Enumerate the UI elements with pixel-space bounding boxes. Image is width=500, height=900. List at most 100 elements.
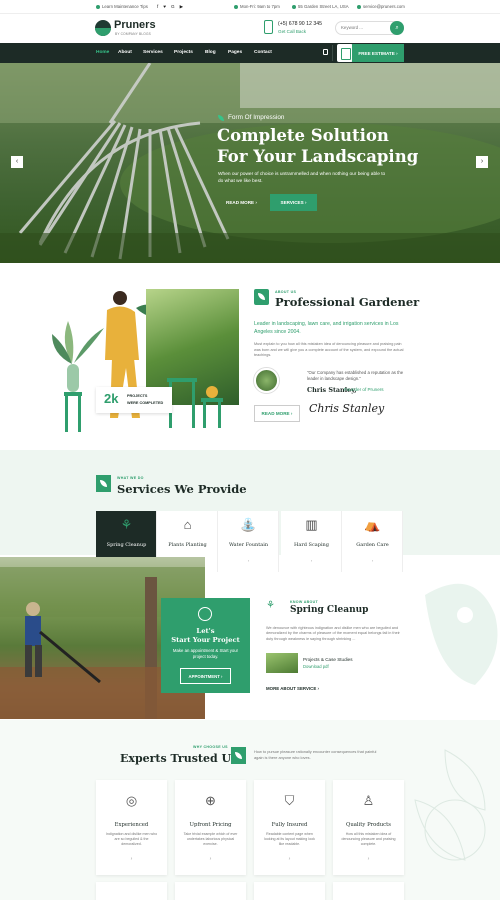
- nav-about[interactable]: About: [118, 50, 132, 55]
- chevron-right-icon[interactable]: ›: [96, 856, 167, 862]
- callback-link[interactable]: Get Call Back: [278, 29, 306, 34]
- top-bar: Learn Maintenance Tips f ♥ G ▶ Mon-Fri: …: [0, 0, 500, 14]
- chevron-right-icon: ›: [310, 558, 313, 563]
- hero-tag-text: Form Of Impression: [228, 114, 285, 121]
- experts-title: Experts Trusted Us: [120, 752, 238, 765]
- hero-services-button[interactable]: SERVICES ›: [270, 194, 317, 211]
- cart-icon[interactable]: [323, 49, 328, 55]
- clock-icon: [234, 4, 238, 9]
- stat-label-line1: PROJECTS: [127, 394, 148, 398]
- about-title: Professional Gardener: [275, 295, 420, 309]
- hero-prev-button[interactable]: ‹: [11, 156, 23, 168]
- email-link[interactable]: service@pruners.com: [357, 4, 405, 9]
- nav-divider: [332, 45, 333, 61]
- experience-icon: ◎: [125, 793, 138, 808]
- search-icon[interactable]: ⌕: [390, 21, 404, 35]
- free-estimate-button[interactable]: FREE ESTIMATE ›: [352, 44, 404, 62]
- founder-signature: Chris Stanley: [309, 402, 385, 415]
- feature-title: Upfront Pricing: [189, 822, 232, 828]
- feature-description: How all this mistaken idea of denouncing…: [341, 832, 396, 847]
- feature-card: [175, 882, 246, 900]
- feature-title: Experienced: [114, 822, 149, 828]
- hero-title: Complete Solution For Your Landscaping: [217, 125, 418, 167]
- estimate-icon: [337, 44, 353, 62]
- services-leaf-icon: [96, 475, 111, 492]
- cta-title-line1: Let's: [196, 627, 215, 635]
- search-placeholder: Keyword ...: [341, 25, 363, 30]
- more-about-service-link[interactable]: MORE ABOUT SERVICE ›: [266, 686, 319, 691]
- appointment-button[interactable]: APPOINTMENT ›: [180, 668, 231, 684]
- hero-description: When our power of choice is untrammelled…: [218, 172, 386, 184]
- about-read-more-label: READ MORE: [261, 411, 290, 416]
- nav-projects[interactable]: Projects: [174, 50, 193, 55]
- quality-icon: ♙: [362, 793, 375, 808]
- feature-description: Readable content page when looking at it…: [264, 832, 315, 847]
- nav-services[interactable]: Services: [143, 50, 163, 55]
- spring-cleanup-title: Spring Cleanup: [290, 605, 369, 615]
- maintenance-tips-label: Learn Maintenance Tips: [102, 4, 148, 9]
- social-links: f ♥ G ▶: [157, 4, 183, 10]
- free-estimate-label: FREE ESTIMATE: [358, 50, 395, 56]
- experts-leaf-icon: [231, 747, 246, 764]
- logo-name[interactable]: Pruners: [114, 19, 156, 31]
- projects-stat-label: PROJECTS WERE COMPLETED: [127, 393, 163, 407]
- feature-title: Quality Products: [345, 822, 391, 828]
- chevron-right-icon[interactable]: ›: [333, 856, 404, 862]
- nav-contact[interactable]: Contact: [254, 50, 272, 55]
- experts-description: How to pursue pleasure rationally encoun…: [254, 749, 377, 760]
- plant-stand-illustration: [167, 378, 223, 428]
- insurance-icon: ⛉: [284, 793, 295, 808]
- about-read-more-button[interactable]: READ MORE ›: [254, 405, 300, 422]
- phone-icon: [264, 20, 273, 34]
- chevron-right-icon[interactable]: ›: [254, 856, 325, 862]
- maintenance-tips-link[interactable]: Learn Maintenance Tips: [96, 4, 148, 9]
- chevron-right-icon[interactable]: ›: [175, 856, 246, 862]
- feature-description: Take trivial example which of ever under…: [183, 832, 238, 847]
- hero-next-button[interactable]: ›: [476, 156, 488, 168]
- facebook-icon[interactable]: f: [157, 4, 158, 10]
- nav-pages[interactable]: Pages: [228, 50, 242, 55]
- google-icon[interactable]: G: [171, 4, 175, 10]
- hours-text: Mon-Fri: 9am to 7pm: [240, 4, 280, 9]
- youtube-icon[interactable]: ▶: [180, 4, 184, 10]
- logo-icon[interactable]: [95, 20, 111, 36]
- feature-description: Indignation and dislike men who are so b…: [105, 832, 158, 847]
- chevron-right-icon: ›: [371, 558, 374, 563]
- service-label: Water Fountain: [228, 542, 269, 548]
- twitter-icon[interactable]: ♥: [163, 4, 166, 10]
- nav-blog[interactable]: Blog: [205, 50, 216, 55]
- decorative-leaf-shape: [425, 583, 498, 685]
- service-label: Plants Planting: [168, 542, 207, 548]
- spring-eyebrow: KNOW ABOUT: [290, 600, 319, 604]
- service-label: Garden Care: [356, 542, 389, 548]
- email-text: service@pruners.com: [363, 4, 405, 9]
- download-pdf-link[interactable]: Download pdf: [303, 664, 329, 669]
- leaf-icon: [218, 114, 224, 121]
- hero-title-line2: For Your Landscaping: [217, 147, 419, 166]
- hero-read-more-button[interactable]: READ MORE ›: [218, 194, 257, 211]
- mail-icon: [357, 4, 361, 9]
- address-info: 55 Garden Street LA, USA: [292, 4, 349, 9]
- hero-tag: Form Of Impression: [218, 114, 284, 121]
- projects-stat-number: 2k: [104, 391, 119, 406]
- phone-number: (+5) 678 90 12 345: [278, 21, 322, 27]
- location-icon: [292, 4, 296, 9]
- nav-home[interactable]: Home: [96, 50, 109, 55]
- stat-label-line2: WERE COMPLETED: [127, 401, 164, 405]
- case-study-title: Projects & Case Studies: [303, 657, 353, 662]
- feature-card: [333, 882, 404, 900]
- cta-title-line2: Start Your Project: [171, 636, 240, 644]
- greenhouse-icon: ⌂: [183, 517, 192, 532]
- rake-icon: ⚘: [120, 517, 133, 532]
- address-text: 55 Garden Street LA, USA: [298, 4, 349, 9]
- logo-tagline: BY COMPANY BLOGS: [115, 32, 151, 36]
- cta-title: Let's Start Your Project: [161, 627, 250, 645]
- feature-card: [254, 882, 325, 900]
- more-about-label: MORE ABOUT SERVICE: [266, 686, 317, 691]
- case-study-thumbnail: [266, 653, 298, 673]
- rake-icon: ⚘: [266, 600, 275, 611]
- decorative-leaves: [414, 749, 486, 861]
- services-title: Services We Provide: [117, 482, 247, 496]
- hours-info: Mon-Fri: 9am to 7pm: [234, 4, 280, 9]
- founder-photo: [254, 368, 279, 393]
